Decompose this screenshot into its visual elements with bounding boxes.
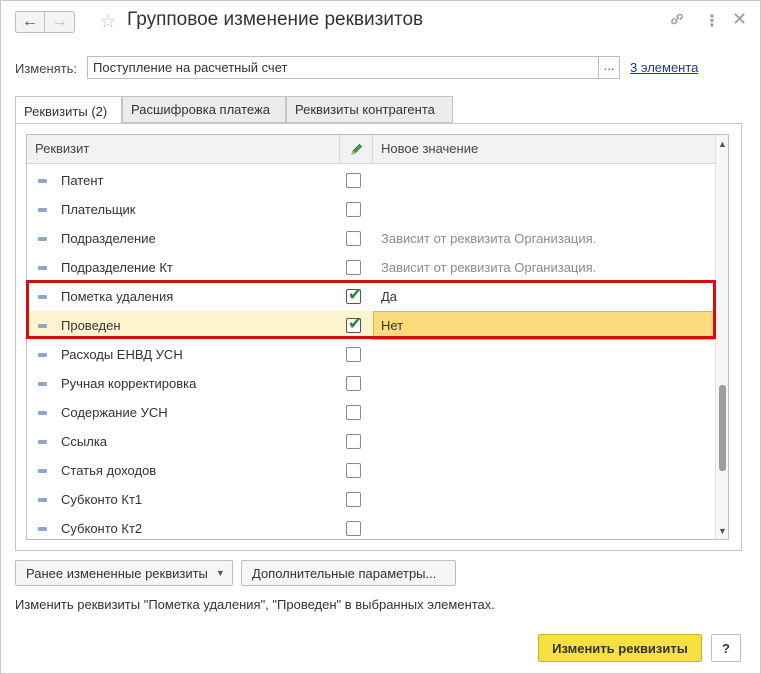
attribute-icon: [38, 208, 47, 212]
row-checkbox[interactable]: [346, 202, 361, 217]
previous-changed-button[interactable]: Ранее измененные реквизиты ▼: [15, 560, 233, 586]
row-checkbox[interactable]: [346, 463, 361, 478]
value-cell-selected[interactable]: [373, 311, 715, 340]
row-name: Расходы ЕНВД УСН: [61, 347, 183, 362]
scroll-down-icon[interactable]: ▼: [718, 526, 727, 536]
apply-button[interactable]: Изменить реквизиты: [538, 634, 702, 662]
attribute-icon: [38, 469, 47, 473]
attribute-icon: [38, 237, 47, 241]
arrow-right-icon: →: [51, 13, 68, 30]
row-name: Содержание УСН: [61, 405, 168, 420]
previous-changed-label: Ранее измененные реквизиты: [26, 565, 208, 581]
window-title: Групповое изменение реквизитов: [127, 9, 424, 30]
row-name: Подразделение Кт: [61, 260, 173, 275]
row-checkbox[interactable]: [346, 376, 361, 391]
table-row[interactable]: Содержание УСН: [27, 398, 715, 427]
row-checkbox[interactable]: [346, 347, 361, 362]
link-icon[interactable]: [669, 11, 685, 32]
row-name: Плательщик: [61, 202, 136, 217]
pencil-icon[interactable]: [345, 135, 369, 164]
table-row[interactable]: Плательщик: [27, 195, 715, 224]
attribute-icon: [38, 353, 47, 357]
attribute-icon: [38, 179, 47, 183]
help-button[interactable]: ?: [711, 634, 741, 662]
elements-link[interactable]: 3 элемента: [630, 60, 698, 75]
row-checkbox[interactable]: [346, 434, 361, 449]
rekvizit-grid: Реквизит Новое значение Патент Плательщик…: [26, 134, 729, 540]
table-row[interactable]: Подразделение Зависит от реквизита Органи…: [27, 224, 715, 253]
chevron-down-icon: ▼: [215, 568, 225, 578]
table-row[interactable]: Субконто Кт2: [27, 514, 715, 539]
arrow-left-icon: ←: [22, 13, 38, 30]
attribute-icon: [38, 527, 47, 531]
tab-counterparty-details[interactable]: Реквизиты контрагента: [286, 96, 453, 123]
row-checkbox[interactable]: ✔: [346, 285, 362, 304]
row-checkbox[interactable]: [346, 231, 361, 246]
column-header-new-value[interactable]: Новое значение: [381, 135, 478, 164]
group-edit-window: ← → ☆ Групповое изменение реквизитов ⋮ ✕…: [0, 0, 761, 674]
row-name: Статья доходов: [61, 463, 157, 478]
tab-payment-details[interactable]: Расшифровка платежа: [122, 96, 286, 123]
attribute-icon: [38, 295, 47, 299]
close-icon[interactable]: ✕: [732, 9, 747, 30]
table-row[interactable]: Ссылка: [27, 427, 715, 456]
row-value[interactable]: Нет: [381, 318, 403, 333]
row-name: Субконто Кт1: [61, 492, 143, 507]
row-checkbox[interactable]: [346, 405, 361, 420]
row-name: Ручная корректировка: [61, 376, 197, 391]
row-checkbox[interactable]: [346, 521, 361, 536]
row-checkbox[interactable]: [346, 173, 361, 188]
row-name: Пометка удаления: [61, 289, 174, 304]
table-row[interactable]: Пометка удаления ✔ Да: [27, 282, 715, 311]
grid-header: Реквизит Новое значение: [27, 135, 715, 164]
attribute-icon: [38, 266, 47, 270]
select-button[interactable]: ...: [598, 56, 620, 79]
row-value[interactable]: Да: [381, 289, 397, 304]
back-button[interactable]: ←: [15, 11, 45, 33]
row-name: Патент: [61, 173, 104, 188]
row-checkbox[interactable]: [346, 492, 361, 507]
more-icon[interactable]: ⋮: [704, 11, 720, 31]
row-name: Ссылка: [61, 434, 108, 449]
attribute-icon: [38, 440, 47, 444]
table-row[interactable]: Расходы ЕНВД УСН: [27, 340, 715, 369]
row-name: Субконто Кт2: [61, 521, 143, 536]
row-name: Проведен: [61, 318, 121, 333]
row-value[interactable]: Зависит от реквизита Организация.: [381, 260, 596, 275]
change-field-label: Изменять:: [15, 61, 78, 76]
table-row[interactable]: Ручная корректировка: [27, 369, 715, 398]
grid-scrollbar[interactable]: ▲ ▼: [715, 135, 728, 539]
column-header-rekvizit[interactable]: Реквизит: [35, 135, 89, 164]
scroll-thumb[interactable]: [719, 385, 726, 471]
forward-button[interactable]: →: [45, 11, 75, 33]
hint-text: Изменить реквизиты "Пометка удаления", "…: [15, 597, 495, 612]
change-field-input[interactable]: Поступление на расчетный счет: [87, 56, 598, 79]
attribute-icon: [38, 498, 47, 502]
table-row[interactable]: Проведен ✔ Нет: [27, 311, 715, 340]
table-row[interactable]: Статья доходов: [27, 456, 715, 485]
extra-params-button[interactable]: Дополнительные параметры...: [241, 560, 456, 586]
scroll-up-icon[interactable]: ▲: [718, 139, 727, 149]
table-row[interactable]: Патент: [27, 166, 715, 195]
table-row[interactable]: Субконто Кт1: [27, 485, 715, 514]
checkmark-icon: ✔: [348, 285, 363, 304]
row-checkbox[interactable]: [346, 260, 361, 275]
star-icon[interactable]: ☆: [99, 9, 117, 34]
row-checkbox[interactable]: ✔: [346, 314, 362, 333]
attribute-icon: [38, 411, 47, 415]
tab-rekvizity[interactable]: Реквизиты (2): [15, 96, 122, 125]
row-value[interactable]: Зависит от реквизита Организация.: [381, 231, 596, 246]
checkmark-icon: ✔: [348, 314, 363, 333]
attribute-icon: [38, 324, 47, 328]
table-row[interactable]: Подразделение Кт Зависит от реквизита Орг…: [27, 253, 715, 282]
attribute-icon: [38, 382, 47, 386]
row-name: Подразделение: [61, 231, 156, 246]
